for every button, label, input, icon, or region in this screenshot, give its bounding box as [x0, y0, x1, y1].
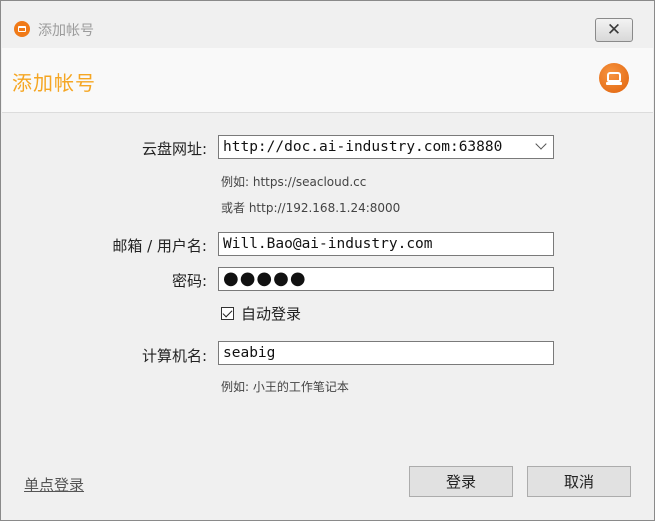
close-button[interactable]: ✕	[595, 18, 633, 42]
auto-login-label[interactable]: 自动登录	[241, 303, 301, 324]
app-icon	[14, 21, 30, 37]
auto-login-option[interactable]: 自动登录	[221, 303, 301, 323]
sso-login-link[interactable]: 单点登录	[24, 474, 84, 495]
close-icon: ✕	[606, 19, 622, 40]
server-hint-example: 例如: https://seacloud.cc	[221, 175, 367, 189]
email-field[interactable]: Will.Bao@ai-industry.com	[218, 232, 554, 256]
computer-name-label: 计算机名:	[141, 347, 207, 365]
email-label: 邮箱 / 用户名:	[112, 237, 207, 255]
computer-name-hint: 例如: 小王的工作笔记本	[221, 380, 349, 394]
seafile-logo-icon	[599, 63, 629, 93]
server-url-label: 云盘网址:	[141, 140, 207, 158]
title-bar: 添加帐号 ✕	[1, 1, 654, 47]
page-title: 添加帐号	[12, 71, 96, 95]
dialog-header: 添加帐号	[2, 48, 653, 113]
computer-name-value: seabig	[223, 345, 276, 361]
email-value: Will.Bao@ai-industry.com	[223, 236, 433, 252]
cancel-button[interactable]: 取消	[527, 466, 631, 497]
server-url-combobox[interactable]: http://doc.ai-industry.com:63880	[218, 135, 554, 159]
login-button[interactable]: 登录	[409, 466, 513, 497]
server-hint-alternative: 或者 http://192.168.1.24:8000	[221, 201, 401, 215]
chevron-down-icon[interactable]	[535, 138, 547, 150]
password-label: 密码:	[171, 272, 207, 290]
computer-name-field[interactable]: seabig	[218, 341, 554, 365]
server-url-value: http://doc.ai-industry.com:63880	[223, 139, 503, 155]
window-title: 添加帐号	[38, 23, 94, 39]
password-field[interactable]: ●●●●●	[218, 267, 554, 291]
add-account-dialog: 添加帐号 ✕ 添加帐号 云盘网址: http://doc.ai-industry…	[0, 0, 655, 521]
auto-login-checkbox[interactable]	[221, 306, 234, 320]
password-value: ●●●●●	[223, 268, 307, 289]
